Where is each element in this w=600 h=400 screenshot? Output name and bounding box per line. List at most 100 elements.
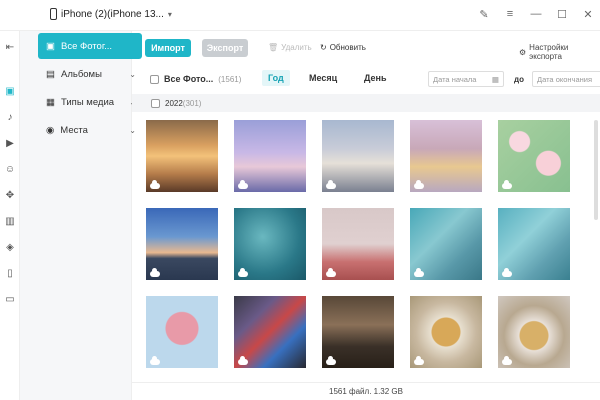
photo-thumbnail[interactable]: [322, 296, 394, 368]
back-icon[interactable]: ⇤: [3, 41, 17, 55]
cloud-icon: [238, 268, 248, 277]
select-all-checkbox[interactable]: [150, 74, 159, 84]
photo-thumbnail[interactable]: [234, 208, 306, 280]
refresh-label: Обновить: [329, 43, 366, 52]
menu-icon[interactable]: ≡: [504, 8, 516, 21]
status-bar: 1561 файл. 1.32 GB: [132, 382, 600, 400]
photo-thumbnail[interactable]: [146, 296, 218, 368]
cloud-icon: [150, 180, 160, 189]
device-name: iPhone (2)(iPhone 13...: [61, 8, 164, 20]
close-icon[interactable]: ✕: [582, 8, 594, 21]
cloud-icon: [414, 180, 424, 189]
photo-thumbnail[interactable]: [498, 296, 570, 368]
end-date-placeholder: Дата окончания: [537, 74, 593, 84]
to-label: до: [514, 75, 524, 84]
cloud-icon: [326, 268, 336, 277]
sidebar-item-label: Все Фотог...: [60, 40, 113, 52]
cloud-icon: [502, 356, 512, 365]
cloud-icon: [326, 180, 336, 189]
feedback-icon[interactable]: ✎: [478, 8, 490, 21]
photo-thumbnail[interactable]: [410, 120, 482, 192]
photo-grid: [132, 120, 600, 382]
sidebar-item-places[interactable]: ◉ Места ⌄: [38, 117, 142, 143]
cloud-icon: [414, 268, 424, 277]
photo-icon: ▣: [46, 40, 55, 52]
sidebar-item-albums[interactable]: ▤ Альбомы ⌄: [38, 61, 142, 87]
device-selector[interactable]: iPhone (2)(iPhone 13... ▾: [50, 8, 172, 20]
calendar-icon: ▦: [491, 74, 499, 84]
minimize-icon[interactable]: —: [530, 8, 542, 21]
window-controls: ✎ ≡ — ☐ ✕: [478, 8, 594, 21]
main-content: Импорт Экспорт 🗑︎ Удалить ↻ Обновить ⚙ Н…: [132, 31, 600, 400]
start-date-field[interactable]: Дата начала ▦: [428, 71, 504, 87]
scrollbar[interactable]: [594, 120, 598, 220]
photo-count: (1561): [218, 74, 242, 84]
sidebar: ▣ Все Фотог... ▤ Альбомы ⌄ ▦ Типы медиа …: [20, 31, 142, 400]
group-checkbox[interactable]: [151, 98, 160, 108]
folder-icon[interactable]: ▭: [3, 293, 17, 307]
refresh-icon: ↻: [320, 43, 327, 52]
photo-thumbnail[interactable]: [498, 120, 570, 192]
gear-icon: ⚙: [519, 47, 527, 57]
video-icon[interactable]: ▶: [3, 137, 17, 151]
import-button[interactable]: Импорт: [145, 39, 191, 57]
photo-thumbnail[interactable]: [322, 120, 394, 192]
battery-icon[interactable]: ▯: [3, 267, 17, 281]
cloud-icon: [414, 356, 424, 365]
tab-day[interactable]: День: [358, 70, 393, 86]
group-count: (301): [182, 98, 202, 108]
cloud-icon: [238, 356, 248, 365]
sidebar-item-all-photos[interactable]: ▣ Все Фотог...: [38, 33, 142, 59]
music-icon[interactable]: ♪: [3, 111, 17, 125]
title-bar: iPhone (2)(iPhone 13... ▾ ✎ ≡ — ☐ ✕: [0, 0, 600, 31]
start-date-placeholder: Дата начала: [433, 74, 477, 84]
photo-thumbnail[interactable]: [498, 208, 570, 280]
cloud-icon: [502, 268, 512, 277]
photo-thumbnail[interactable]: [234, 120, 306, 192]
phone-icon: [50, 8, 57, 20]
album-icon: ▤: [46, 68, 55, 80]
location-icon: ◉: [46, 124, 55, 136]
media-types-icon: ▦: [46, 96, 55, 108]
ringtone-icon[interactable]: ◈: [3, 241, 17, 255]
cloud-icon: [150, 356, 160, 365]
maximize-icon[interactable]: ☐: [556, 8, 568, 21]
tab-year[interactable]: Год: [262, 70, 290, 86]
filter-bar: Все Фото... (1561) Год Месяц День Дата н…: [132, 65, 600, 93]
group-header: 2022 (301): [132, 94, 600, 112]
apps-icon[interactable]: ✥: [3, 189, 17, 203]
photo-thumbnail[interactable]: [410, 208, 482, 280]
left-rail: ⇤ ▣ ♪ ▶ ☺ ✥ ▥ ◈ ▯ ▭: [0, 31, 20, 400]
sidebar-item-label: Типы медиа: [60, 96, 115, 108]
status-text: 1561 файл. 1.32 GB: [329, 387, 403, 396]
trash-icon: 🗑︎: [268, 43, 279, 52]
end-date-field[interactable]: Дата окончания: [532, 71, 600, 87]
toolbar: Импорт Экспорт 🗑︎ Удалить ↻ Обновить ⚙ Н…: [132, 31, 600, 65]
group-year: 2022: [165, 98, 183, 108]
tab-month[interactable]: Месяц: [303, 70, 343, 86]
all-photos-label: Все Фото...: [164, 74, 214, 84]
photo-thumbnail[interactable]: [146, 120, 218, 192]
delete-button[interactable]: 🗑︎ Удалить: [268, 43, 312, 52]
photo-thumbnail[interactable]: [410, 296, 482, 368]
photos-icon[interactable]: ▣: [3, 85, 17, 99]
sidebar-item-media-types[interactable]: ▦ Типы медиа ⌄: [38, 89, 142, 115]
cloud-icon: [150, 268, 160, 277]
settings-label: Настройки экспорта: [529, 43, 569, 61]
select-all[interactable]: Все Фото... (1561): [150, 74, 241, 84]
cloud-icon: [238, 180, 248, 189]
refresh-button[interactable]: ↻ Обновить: [320, 43, 366, 52]
sidebar-item-label: Места: [60, 124, 88, 136]
photo-thumbnail[interactable]: [146, 208, 218, 280]
contacts-icon[interactable]: ☺: [3, 163, 17, 177]
delete-label: Удалить: [281, 43, 312, 52]
export-button[interactable]: Экспорт: [202, 39, 248, 57]
cloud-icon: [502, 180, 512, 189]
chevron-down-icon: ▾: [167, 9, 172, 19]
cloud-icon: [326, 356, 336, 365]
books-icon[interactable]: ▥: [3, 215, 17, 229]
photo-thumbnail[interactable]: [322, 208, 394, 280]
photo-thumbnail[interactable]: [234, 296, 306, 368]
export-settings-button[interactable]: ⚙ Настройки экспорта: [519, 43, 600, 61]
sidebar-item-label: Альбомы: [60, 68, 102, 80]
